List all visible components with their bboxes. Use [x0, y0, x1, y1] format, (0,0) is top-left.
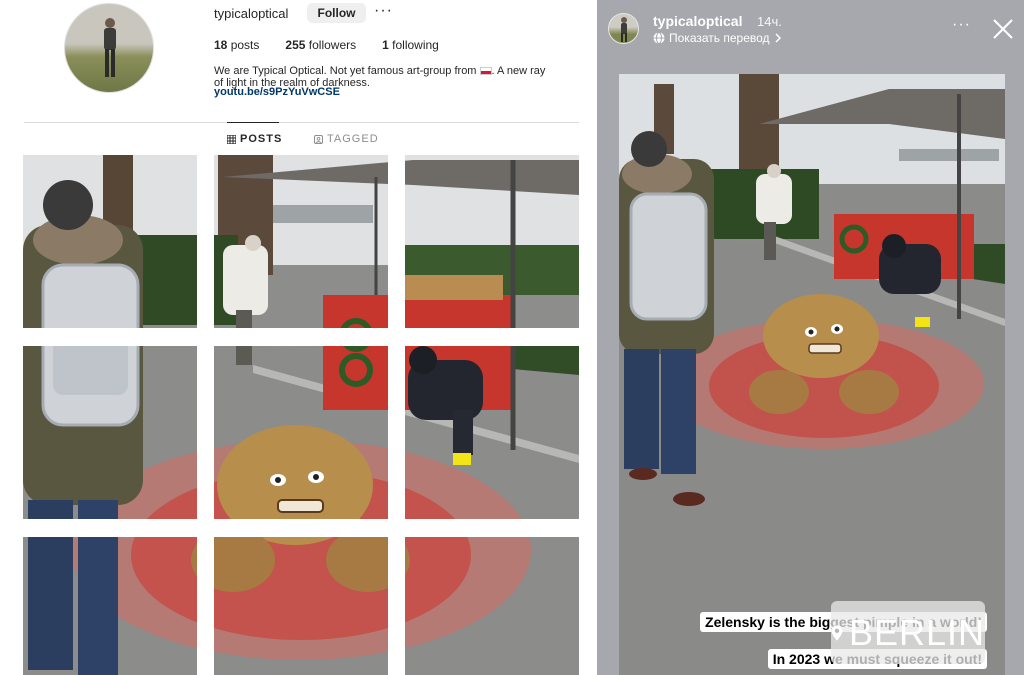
- globe-icon: [653, 32, 665, 44]
- poland-flag-icon: [479, 67, 492, 76]
- chevron-right-icon: [775, 33, 781, 43]
- tab-posts[interactable]: POSTS: [227, 133, 282, 145]
- posts-stat[interactable]: 18 posts: [214, 38, 259, 52]
- follow-button[interactable]: Follow: [307, 3, 366, 23]
- posts-label: posts: [230, 38, 260, 52]
- following-label: following: [392, 38, 439, 52]
- story-avatar[interactable]: [608, 13, 639, 44]
- profile-stats: 18 posts 255 followers 1 following: [214, 38, 465, 52]
- active-tab-indicator: [227, 122, 279, 123]
- tag-icon: [314, 134, 323, 144]
- post-tile[interactable]: [214, 346, 388, 519]
- post-tile[interactable]: [23, 346, 197, 519]
- post-tile[interactable]: [405, 346, 579, 519]
- tabs-divider: [24, 122, 579, 123]
- show-translation-label: Показать перевод: [669, 31, 770, 45]
- close-icon[interactable]: [992, 18, 1014, 40]
- profile-page: typicaloptical Follow ··· 18 posts 255 f…: [0, 0, 597, 675]
- walking-man-photo-icon: [104, 18, 116, 77]
- post-tile[interactable]: [23, 155, 197, 328]
- story-more-options-icon[interactable]: ···: [952, 16, 971, 34]
- story-photo[interactable]: Zelensky is the biggest pimple in a worl…: [619, 74, 1005, 675]
- more-options-icon[interactable]: ···: [374, 2, 393, 20]
- story-username[interactable]: typicaloptical: [653, 13, 742, 29]
- walking-man-photo-icon: [621, 17, 627, 42]
- bio-line-1: We are Typical Optical. Not yet famous a…: [214, 65, 477, 77]
- following-stat[interactable]: 1 following: [382, 38, 439, 52]
- post-tile[interactable]: [405, 155, 579, 328]
- location-label: BERLIN: [848, 611, 985, 653]
- story-viewer: typicaloptical 14ч. Показать перевод ···…: [597, 0, 1024, 675]
- show-translation-link[interactable]: Показать перевод: [653, 31, 782, 45]
- tab-posts-label: POSTS: [240, 133, 283, 145]
- followers-stat[interactable]: 255 followers: [285, 38, 356, 52]
- posts-grid: [23, 155, 579, 675]
- location-pin-icon: [831, 624, 843, 641]
- profile-username: typicaloptical: [214, 6, 289, 21]
- post-tile[interactable]: [405, 537, 579, 675]
- bio-link[interactable]: youtu.be/s9PzYuVwCSE: [214, 86, 340, 98]
- tab-tagged[interactable]: TAGGED: [314, 133, 379, 145]
- street-art-photo: [619, 74, 1005, 675]
- tab-tagged-label: TAGGED: [327, 133, 379, 145]
- followers-label: followers: [308, 38, 357, 52]
- post-tile[interactable]: [214, 155, 388, 328]
- post-tile[interactable]: [23, 537, 197, 675]
- profile-avatar[interactable]: [64, 3, 154, 93]
- location-sticker[interactable]: BERLIN: [831, 601, 985, 664]
- posts-count: 18: [214, 38, 228, 52]
- followers-count: 255: [285, 38, 306, 52]
- post-tile[interactable]: [214, 537, 388, 675]
- following-count: 1: [382, 38, 389, 52]
- bio-line-1-end: . A new ray: [491, 65, 546, 77]
- grid-icon: [227, 134, 236, 144]
- story-timestamp: 14ч.: [757, 14, 782, 29]
